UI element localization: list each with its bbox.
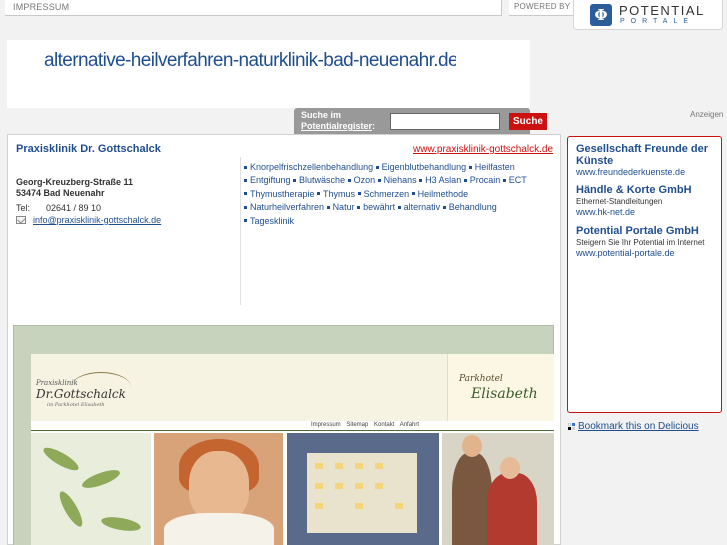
bullet-icon <box>411 192 415 196</box>
tag-link[interactable]: Eigenblutbehandlung <box>382 162 467 172</box>
domain-banner: alternative-heilverfahren-naturklinik-ba… <box>7 40 530 108</box>
ad-title[interactable]: Gesellschaft Freunde der Künste <box>576 143 721 167</box>
tag-link[interactable]: Tagesklinik <box>250 216 294 226</box>
bullet-icon <box>502 179 506 183</box>
screenshot-logo-small: Praxisklinik <box>36 379 78 387</box>
impressum-link[interactable]: IMPRESSUM <box>13 2 69 12</box>
top-bar: IMPRESSUM POWERED BY Φ POTENTIAL PORTALE <box>0 0 727 34</box>
ad-url[interactable]: www.freundederkuenste.de <box>576 167 685 177</box>
tag-link[interactable]: Niehans <box>384 175 417 185</box>
clinic-phone: 02641 / 89 10 <box>46 203 102 213</box>
bullet-icon <box>244 179 247 183</box>
elisabeth-text: Elisabeth <box>471 386 538 402</box>
tel-label: Tel: <box>16 203 31 213</box>
bullet-icon <box>419 179 423 183</box>
bullet-icon <box>244 192 247 196</box>
logo-text-portale: PORTALE <box>620 18 695 25</box>
bullet-icon <box>244 219 247 223</box>
tag-link[interactable]: Heilfasten <box>475 162 515 172</box>
bullet-icon <box>357 192 361 196</box>
tag-link[interactable]: bewährt <box>363 202 395 212</box>
phi-logo-icon: Φ <box>590 4 612 26</box>
tag-link[interactable]: ECT <box>509 175 527 185</box>
search-input[interactable] <box>390 113 500 130</box>
bullet-icon <box>317 192 321 196</box>
screenshot-nav: Impressum Sitemap Kontakt Anfahrt <box>31 421 554 431</box>
tag-link[interactable]: Procain <box>470 175 501 185</box>
ad-url[interactable]: www.hk-net.de <box>576 207 635 217</box>
bullet-icon <box>468 165 472 169</box>
screenshot-page: Praxisklinik Dr.Gottschalck im Parkhotel… <box>31 354 554 545</box>
bullet-icon <box>377 179 381 183</box>
bullet-icon <box>357 205 361 209</box>
elderly-couple-photo <box>442 433 554 545</box>
ad-url[interactable]: www.potential-portale.de <box>576 248 675 258</box>
bullet-icon <box>397 205 401 209</box>
tag-link[interactable]: Heilmethode <box>418 189 469 199</box>
screenshot-nav-items: Impressum Sitemap Kontakt Anfahrt <box>311 422 420 428</box>
bullet-icon <box>463 179 467 183</box>
potentialregister-link[interactable]: Potentialregister <box>301 121 372 131</box>
tag-link[interactable]: Thymus <box>323 189 355 199</box>
sponsored-sidebar: Gesellschaft Freunde der Künste www.freu… <box>567 136 722 413</box>
email-icon <box>16 216 26 224</box>
powered-by-label: POWERED BY <box>514 2 571 11</box>
ad-title[interactable]: Händle & Korte GmbH <box>576 184 721 196</box>
ad-description: Ethernet-Standleitungen <box>576 197 663 206</box>
ad-title[interactable]: Potential Portale GmbH <box>576 225 721 237</box>
clinic-card: Praxisklinik Dr. Gottschalck www.praxisk… <box>7 134 561 545</box>
ads-label: Anzeigen <box>690 110 724 119</box>
screenshot-logo-main: Dr.Gottschalck <box>36 387 126 401</box>
bullet-icon <box>293 179 297 183</box>
search-label-line1: Suche im <box>301 110 342 120</box>
tag-link[interactable]: Blutwäsche <box>299 175 345 185</box>
tag-link[interactable]: Natur <box>333 202 355 212</box>
parkhotel-text: Parkhotel <box>459 374 503 384</box>
bullet-icon <box>347 179 351 183</box>
keyword-tags: Knorpelfrischzellenbehandlung Eigenblutb… <box>244 161 544 228</box>
clinic-website-link[interactable]: www.praxisklinik-gottschalck.de <box>413 144 553 155</box>
bookmark-delicious-link[interactable]: Bookmark this on Delicious <box>578 421 699 432</box>
impressum-box: IMPRESSUM <box>5 0 502 16</box>
powered-by-box: POWERED BY <box>509 0 573 16</box>
tag-link[interactable]: Thymustherapie <box>250 189 315 199</box>
ad-description: Steigern Sie Ihr Potential im Internet <box>576 238 705 247</box>
mistletoe-photo <box>31 433 151 545</box>
domain-title: alternative-heilverfahren-naturklinik-ba… <box>44 50 456 71</box>
search-label: Suche im Potentialregister: <box>301 110 375 132</box>
tag-link[interactable]: Behandlung <box>449 202 497 212</box>
delicious-icon <box>568 423 575 430</box>
tag-link[interactable]: Schmerzen <box>364 189 410 199</box>
clinic-city: 53474 Bad Neuenahr <box>16 188 105 198</box>
hotel-building-photo <box>287 433 439 545</box>
bullet-icon <box>375 165 379 169</box>
screenshot-logo-sub: im Parkhotel Elisabeth <box>47 402 105 408</box>
clinic-name[interactable]: Praxisklinik Dr. Gottschalck <box>16 143 161 155</box>
search-button[interactable]: Suche <box>509 113 547 130</box>
bullet-icon <box>326 205 330 209</box>
screenshot-header: Praxisklinik Dr.Gottschalck im Parkhotel… <box>31 354 554 421</box>
tag-link[interactable]: Ozon <box>354 175 376 185</box>
page: IMPRESSUM POWERED BY Φ POTENTIAL PORTALE… <box>0 0 727 545</box>
logo-text-potential: POTENTIAL <box>619 3 705 18</box>
search-bar: Suche im Potentialregister: Suche <box>294 108 547 134</box>
tag-link[interactable]: alternativ <box>404 202 441 212</box>
clinic-street: Georg-Kreuzberg-Straße 11 <box>16 177 134 187</box>
tag-link[interactable]: Naturheilverfahren <box>250 202 324 212</box>
potential-portale-logo[interactable]: Φ POTENTIAL PORTALE <box>573 0 723 30</box>
tag-link[interactable]: Knorpelfrischzellenbehandlung <box>250 162 373 172</box>
website-screenshot[interactable]: Praxisklinik Dr.Gottschalck im Parkhotel… <box>13 325 554 545</box>
bullet-icon <box>442 205 446 209</box>
tag-link[interactable]: Entgiftung <box>250 175 291 185</box>
search-label-colon: : <box>372 121 376 131</box>
clinic-email-link[interactable]: info@praxisklinik-gottschalck.de <box>33 215 161 225</box>
smiling-woman-photo <box>154 433 283 545</box>
bullet-icon <box>244 205 247 209</box>
column-divider <box>240 157 241 305</box>
bullet-icon <box>244 165 247 169</box>
tag-link[interactable]: H3 Aslan <box>425 175 461 185</box>
